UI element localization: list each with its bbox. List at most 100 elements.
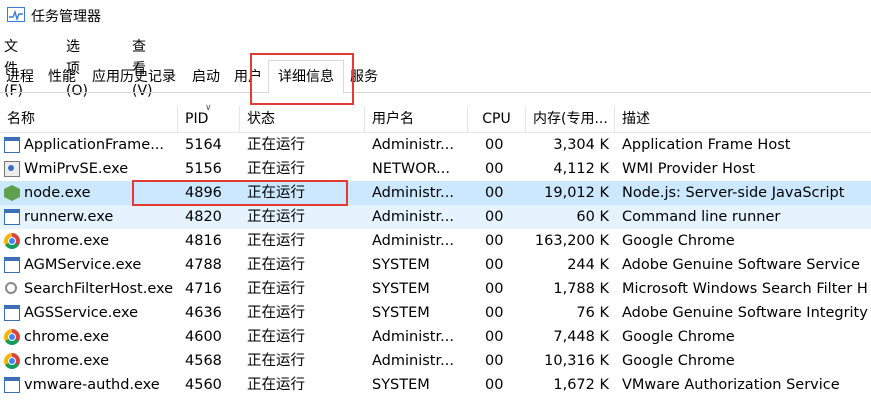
process-pid: 4636 [185,305,222,321]
table-row[interactable]: chrome.exe 4568 正在运行 Administr... 00 10,… [0,349,871,373]
process-memory: 10,316 K [544,353,609,369]
tab-startup[interactable]: 启动 [186,62,226,92]
process-status: 正在运行 [247,305,305,321]
process-cpu: 00 [485,233,504,249]
process-pid: 5164 [185,137,222,153]
column-memory[interactable]: 内存(专用... [526,106,615,132]
process-cpu: 00 [485,281,504,297]
table-row[interactable]: runnerw.exe 4820 正在运行 Administr... 00 60… [0,205,871,229]
process-description: Command line runner [622,209,781,225]
process-name: chrome.exe [24,353,110,369]
tab-performance[interactable]: 性能 [42,62,82,92]
table-row[interactable]: WmiPrvSE.exe 5156 正在运行 NETWOR... 00 4,11… [0,157,871,181]
window-icon [4,209,20,225]
process-memory: 3,304 K [553,137,609,153]
process-pid: 4716 [185,281,222,297]
process-pid: 4560 [185,377,222,393]
process-cpu: 00 [485,329,504,345]
node-icon [4,185,20,201]
process-status: 正在运行 [247,185,305,201]
process-user: SYSTEM [372,377,430,393]
tab-users[interactable]: 用户 [228,62,268,92]
process-status: 正在运行 [247,161,305,177]
process-status: 正在运行 [247,353,305,369]
table-row-selected[interactable]: node.exe 4896 正在运行 Administr... 00 19,01… [0,181,871,205]
process-pid: 4600 [185,329,222,345]
process-cpu: 00 [485,209,504,225]
process-status: 正在运行 [247,257,305,273]
process-user: SYSTEM [372,281,430,297]
window-icon [4,137,20,153]
window-icon [4,305,20,321]
chrome-icon [4,353,20,369]
tab-bar: 进程 性能 应用历史记录 启动 用户 详细信息 服务 [0,60,871,94]
process-description: Google Chrome [622,233,735,249]
tab-details[interactable]: 详细信息 [268,60,344,94]
process-description: VMware Authorization Service [622,377,840,393]
process-description: WMI Provider Host [622,161,756,177]
process-description: Adobe Genuine Software Service [622,257,860,273]
column-cpu[interactable]: CPU [468,106,526,132]
tab-services[interactable]: 服务 [344,62,384,92]
process-memory: 19,012 K [544,185,609,201]
process-pid: 4896 [185,185,222,201]
process-description: Google Chrome [622,329,735,345]
table-row[interactable]: ApplicationFrame... 5164 正在运行 Administr.… [0,133,871,157]
process-description: Microsoft Windows Search Filter H [622,281,868,297]
process-description: Google Chrome [622,353,735,369]
process-user: Administr... [372,185,454,201]
process-status: 正在运行 [247,209,305,225]
process-user: Administr... [372,233,454,249]
table-row[interactable]: AGSService.exe 4636 正在运行 SYSTEM 00 76 K … [0,301,871,325]
chrome-icon [4,329,20,345]
service-icon [4,161,20,177]
process-description: Node.js: Server-side JavaScript [622,185,845,201]
process-memory: 60 K [576,209,609,225]
tab-processes[interactable]: 进程 [0,62,40,92]
process-memory: 163,200 K [534,233,609,249]
table-row[interactable]: vmware-authd.exe 4560 正在运行 SYSTEM 00 1,6… [0,373,871,397]
window-title: 任务管理器 [31,9,101,25]
process-name: node.exe [24,185,91,201]
process-memory: 1,672 K [553,377,609,393]
process-status: 正在运行 [247,377,305,393]
process-name: AGMService.exe [24,257,142,273]
process-user: SYSTEM [372,305,430,321]
process-cpu: 00 [485,137,504,153]
tab-app-history[interactable]: 应用历史记录 [84,62,184,92]
process-cpu: 00 [485,257,504,273]
process-name: chrome.exe [24,233,110,249]
process-user: NETWOR... [372,161,451,177]
column-username[interactable]: 用户名 [365,106,468,132]
process-user: Administr... [372,329,454,345]
table-row[interactable]: chrome.exe 4816 正在运行 Administr... 00 163… [0,229,871,253]
process-name: AGSService.exe [24,305,139,321]
process-user: Administr... [372,137,454,153]
process-cpu: 00 [485,353,504,369]
process-pid: 4788 [185,257,222,273]
process-name: WmiPrvSE.exe [24,161,129,177]
table-row[interactable]: chrome.exe 4600 正在运行 Administr... 00 7,4… [0,325,871,349]
process-pid: 4568 [185,353,222,369]
process-name: chrome.exe [24,329,110,345]
process-memory: 4,112 K [553,161,609,177]
column-pid[interactable]: PID [178,106,240,132]
table-header: 名称 PID 状态 用户名 CPU 内存(专用... 描述 [0,106,871,133]
process-name: ApplicationFrame... [24,137,165,153]
process-status: 正在运行 [247,281,305,297]
table-row[interactable]: AGMService.exe 4788 正在运行 SYSTEM 00 244 K… [0,253,871,277]
column-status[interactable]: 状态 [240,106,365,132]
column-name[interactable]: 名称 [0,106,178,132]
table-row[interactable]: SearchFilterHost.exe 4716 正在运行 SYSTEM 00… [0,277,871,301]
process-cpu: 00 [485,305,504,321]
search-icon [4,281,20,297]
process-description: Application Frame Host [622,137,791,153]
column-description[interactable]: 描述 [615,106,871,132]
process-memory: 244 K [567,257,609,273]
process-memory: 7,448 K [553,329,609,345]
process-status: 正在运行 [247,137,305,153]
process-name: SearchFilterHost.exe [24,281,174,297]
process-pid: 5156 [185,161,222,177]
window-icon [4,257,20,273]
process-status: 正在运行 [247,329,305,345]
